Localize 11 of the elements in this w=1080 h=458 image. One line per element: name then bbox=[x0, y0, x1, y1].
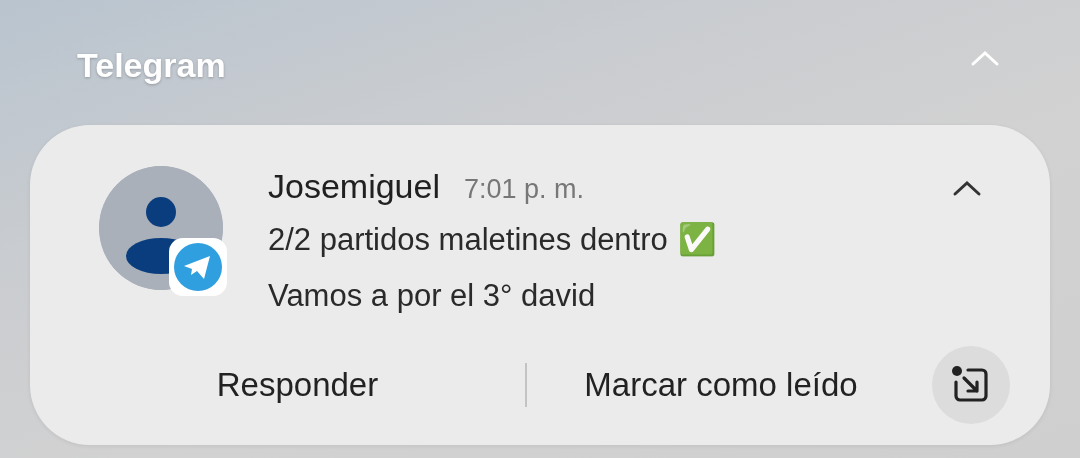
action-button[interactable]: Marcar como leído bbox=[570, 354, 872, 416]
notification-card[interactable]: Josemiguel 7:01 p. m. 2/2 partidos maletines dentro ✅ Vamos a por el 3° david Responder Marcar como leído bbox=[30, 125, 1050, 445]
sender-name: Josemiguel bbox=[268, 166, 440, 207]
message-text: Vamos a por el 3° david bbox=[268, 277, 596, 315]
check-emoji: ✅ bbox=[677, 221, 717, 259]
collapse-chevron-icon[interactable] bbox=[952, 178, 982, 198]
timestamp: 7:01 p. m. bbox=[464, 173, 585, 206]
message-text: 2/2 partidos maletines dentro bbox=[268, 221, 668, 259]
telegram-badge-icon bbox=[169, 238, 227, 296]
app-name: Telegram bbox=[77, 45, 226, 86]
action-button[interactable]: Responder bbox=[202, 354, 393, 416]
